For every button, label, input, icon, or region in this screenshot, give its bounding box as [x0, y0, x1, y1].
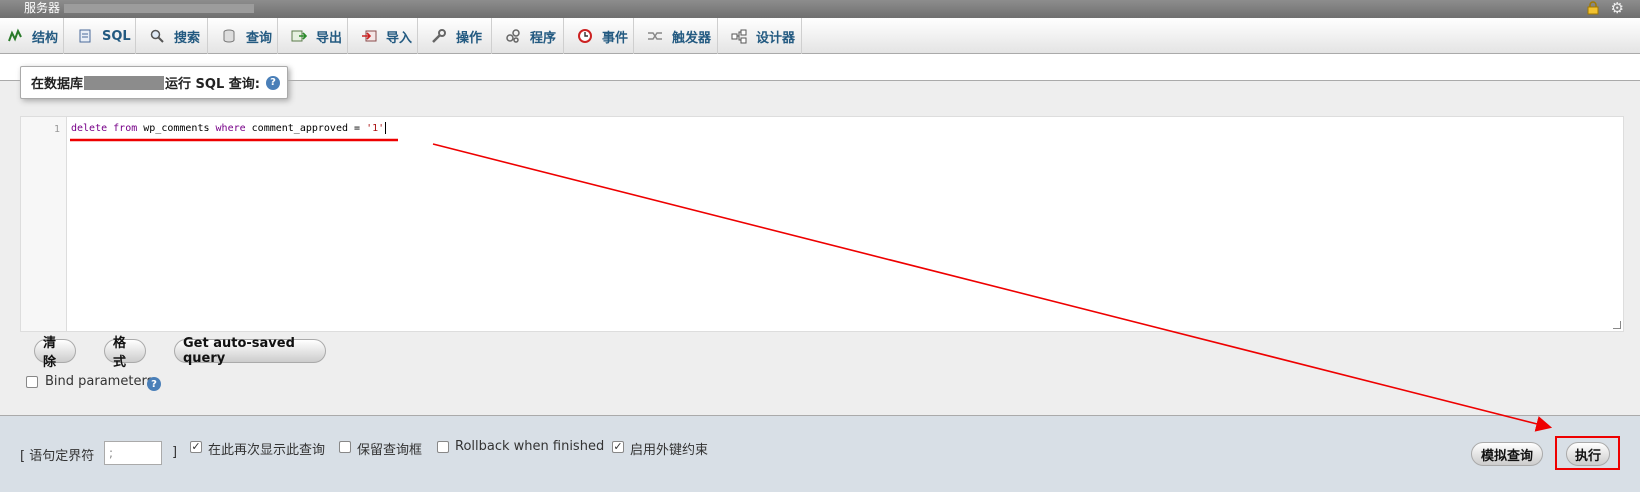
line-number: 1 — [53, 124, 60, 135]
tab-label: 查询 — [246, 30, 273, 46]
query-icon — [220, 27, 238, 45]
code-line[interactable]: delete from wp_comments where comment_ap… — [71, 122, 387, 136]
gear-icon[interactable]: ⚙ — [1611, 0, 1624, 16]
clear-button[interactable]: 清除 — [34, 336, 76, 370]
show-again-checkbox[interactable]: ✓ — [190, 441, 202, 453]
go-button-highlight — [1555, 436, 1620, 470]
sql-editor[interactable]: 1 delete from wp_comments where comment_… — [20, 116, 1624, 332]
legend-prefix: 在数据库 — [31, 77, 84, 92]
simulate-query-button[interactable]: 模拟查询 — [1471, 442, 1543, 466]
lock-icon[interactable] — [1586, 1, 1600, 15]
tab-query[interactable]: 查询 — [208, 18, 278, 54]
tab-label: 操作 — [456, 30, 483, 46]
line-gutter: 1 — [21, 117, 67, 331]
foreign-keys-checkbox[interactable]: ✓ — [612, 441, 624, 453]
resize-handle[interactable] — [1613, 321, 1621, 329]
tab-label: 导入 — [386, 30, 413, 46]
triggers-icon — [646, 27, 664, 45]
keyword-from: from — [113, 123, 138, 134]
tab-label: 导出 — [316, 30, 343, 46]
retain-box-label: 保留查询框 — [357, 443, 423, 458]
condition-text: comment_approved = — [245, 123, 367, 134]
import-icon — [360, 27, 378, 45]
tab-import[interactable]: 导入 — [348, 18, 418, 54]
wrench-icon — [430, 27, 448, 45]
help-icon[interactable]: ? — [265, 75, 280, 90]
keyword-delete: delete — [71, 123, 108, 134]
tab-search[interactable]: 搜索 — [136, 18, 208, 54]
show-again-label: 在此再次显示此查询 — [208, 443, 326, 458]
delimiter-input[interactable] — [104, 441, 162, 465]
delimiter-close: ] — [172, 445, 178, 460]
tab-label: 结构 — [32, 30, 59, 46]
tab-label: 设计器 — [756, 30, 796, 46]
text-cursor — [385, 122, 387, 134]
tab-designer[interactable]: 设计器 — [718, 18, 802, 54]
tab-routines[interactable]: 程序 — [492, 18, 564, 54]
structure-icon — [6, 27, 24, 45]
designer-icon — [730, 27, 748, 45]
bind-parameters-checkbox[interactable] — [26, 376, 38, 388]
export-icon — [290, 27, 308, 45]
tab-operations[interactable]: 操作 — [418, 18, 492, 54]
retain-box-checkbox[interactable] — [339, 441, 351, 453]
tab-events[interactable]: 事件 — [564, 18, 634, 54]
format-button[interactable]: 格式 — [104, 336, 146, 370]
tab-label: 搜索 — [174, 30, 201, 46]
bind-parameters-label: Bind parameters — [45, 374, 154, 389]
table-name: wp_comments — [137, 123, 216, 134]
search-icon — [148, 27, 166, 45]
rollback-label: Rollback when finished — [455, 439, 605, 454]
redacted-db-name — [84, 75, 165, 90]
server-crumb[interactable]: 服务器 — [24, 1, 60, 15]
keyword-where: where — [215, 123, 246, 134]
foreign-keys-label: 启用外键约束 — [630, 443, 709, 458]
tab-label: 程序 — [530, 30, 557, 46]
breadcrumb[interactable]: 服务器 — [24, 0, 255, 16]
title-bar: 服务器 ⚙ — [0, 0, 1640, 18]
rollback-checkbox[interactable] — [437, 441, 449, 453]
tab-triggers[interactable]: 触发器 — [634, 18, 718, 54]
string-literal: '1' — [366, 123, 385, 134]
legend-suffix: 运行 SQL 查询: — [165, 77, 260, 92]
routines-icon — [504, 27, 522, 45]
tab-label: 事件 — [602, 30, 629, 46]
redacted-crumb — [64, 4, 255, 13]
delimiter-label: [ 语句定界符 — [20, 449, 95, 464]
tab-label: 触发器 — [672, 30, 712, 46]
fieldset-legend: 在数据库 运行 SQL 查询: ? — [20, 66, 288, 99]
get-autosaved-query-button[interactable]: Get auto-saved query — [174, 336, 326, 366]
clock-icon — [576, 27, 594, 45]
tab-sql[interactable]: SQL — [64, 18, 136, 54]
tab-export[interactable]: 导出 — [278, 18, 348, 54]
tab-bar: 结构 SQL 搜索 查询 导出 导入 操作 程序 事件 触发器 设计器 — [0, 18, 1640, 54]
tab-structure[interactable]: 结构 — [0, 18, 64, 54]
sql-icon — [76, 27, 94, 45]
bind-help-icon[interactable]: ? — [147, 377, 161, 391]
tab-label: SQL — [102, 28, 131, 44]
